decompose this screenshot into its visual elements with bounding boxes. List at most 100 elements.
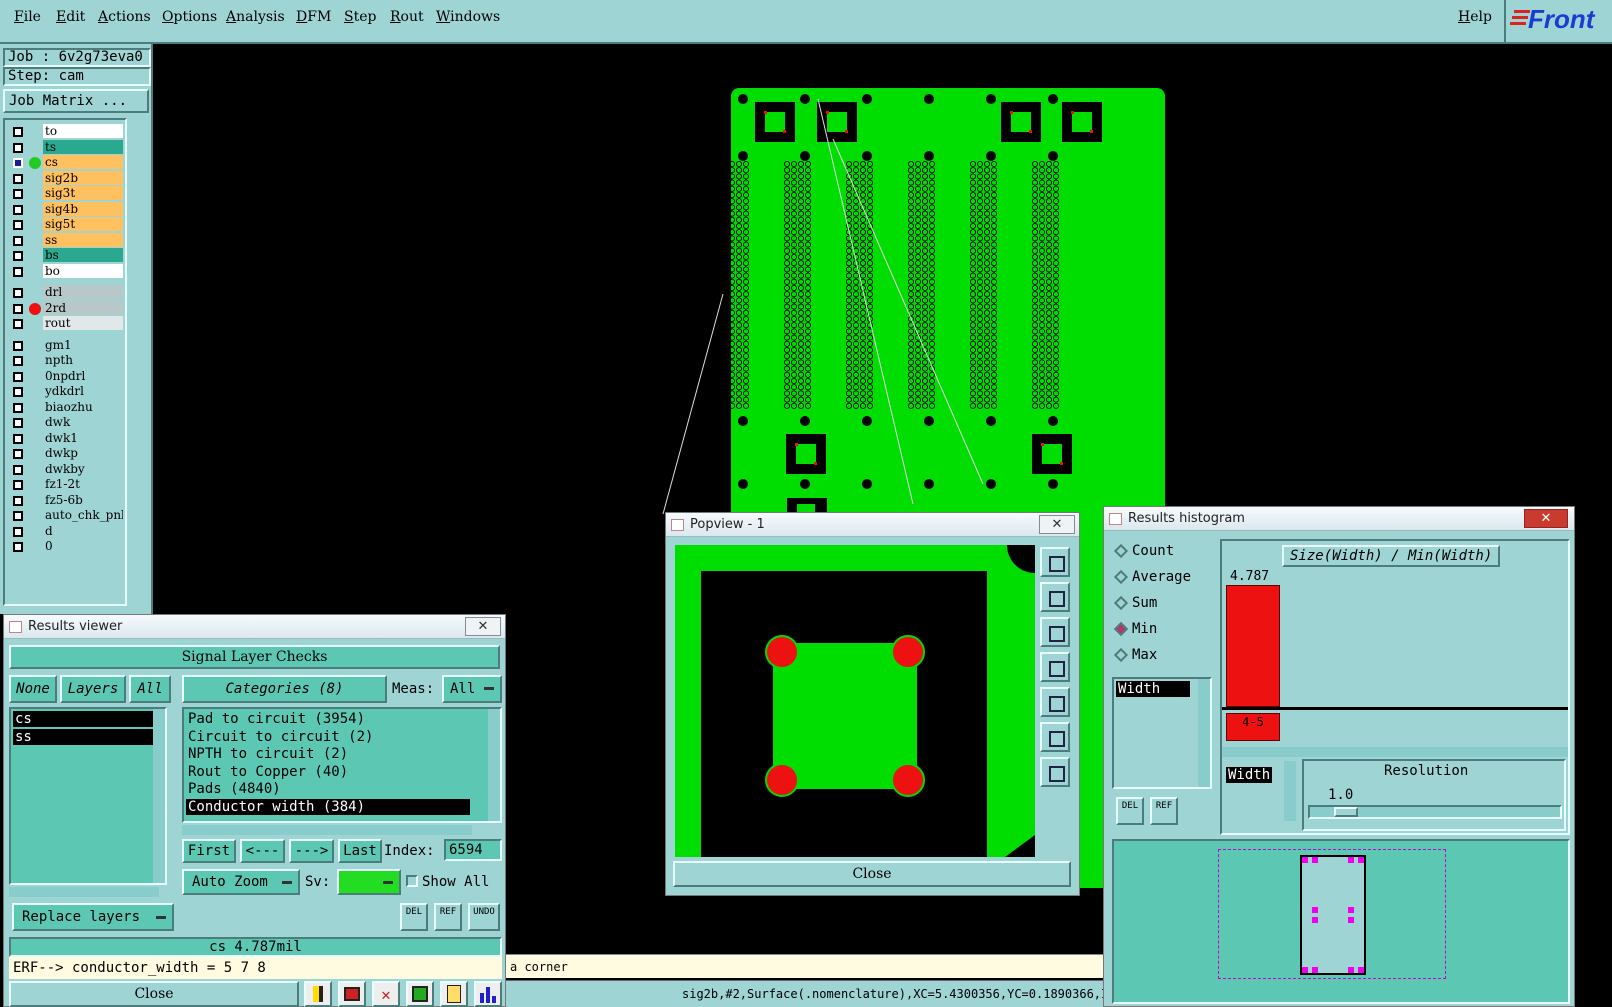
category-item[interactable]: Pads (4840)	[186, 781, 470, 797]
pan-up-icon[interactable]	[1040, 582, 1070, 612]
layer-row-cs[interactable]: cs	[9, 155, 125, 170]
pan-down-icon[interactable]	[1040, 617, 1070, 647]
layer-name[interactable]: dwk1	[43, 430, 123, 445]
layer-row-sig4b[interactable]: sig4b	[9, 201, 125, 217]
layer-row-fz5-6b[interactable]: fz5-6b	[9, 492, 125, 508]
layer-checkbox[interactable]	[13, 127, 23, 137]
layer-name[interactable]: auto_chk_pnl	[43, 508, 123, 522]
layer-checkbox[interactable]	[13, 340, 23, 351]
h-scrollbar[interactable]	[1222, 747, 1568, 757]
layer-checkbox[interactable]	[13, 542, 23, 552]
layer-row-dwkp[interactable]: dwkp	[9, 446, 125, 461]
layer-name[interactable]: ts	[43, 139, 123, 154]
layer-checkbox[interactable]	[13, 220, 23, 230]
layer-checkbox[interactable]	[13, 371, 23, 382]
show-all-checkbox[interactable]	[406, 875, 418, 887]
pan-left-icon[interactable]	[1040, 652, 1070, 682]
menu-edit[interactable]: Edit	[56, 9, 85, 25]
zoom-home-icon[interactable]	[1040, 547, 1070, 577]
menu-analysis[interactable]: Analysis	[226, 9, 285, 25]
zoom-out-icon[interactable]	[1040, 757, 1070, 787]
layer-name[interactable]: dwkby	[43, 461, 123, 476]
layer-checkbox[interactable]	[13, 495, 23, 506]
layer-row-fz1-2t[interactable]: fz1-2t	[9, 477, 125, 492]
layer-checkbox[interactable]	[13, 464, 23, 475]
histogram-icon[interactable]	[474, 981, 502, 1007]
resolution-slider[interactable]	[1308, 805, 1562, 819]
layer-name[interactable]: drl	[43, 285, 123, 299]
layer-row-dwk[interactable]: dwk	[9, 415, 125, 430]
menu-options[interactable]: Options	[162, 9, 217, 25]
layer-name[interactable]: bo	[43, 263, 123, 278]
layer-row-ss[interactable]: ss	[9, 232, 125, 248]
width-field[interactable]: Width	[1226, 767, 1272, 783]
histogram-bar[interactable]	[1226, 585, 1280, 707]
del-button[interactable]: DEL	[1116, 797, 1144, 825]
mode-radio-min[interactable]: Min	[1113, 619, 1157, 639]
results-viewer-titlebar[interactable]: Results viewer ✕	[4, 615, 505, 639]
layer-name[interactable]: 2rd	[43, 300, 123, 315]
layer-checkbox[interactable]	[13, 418, 23, 428]
menu-dfm[interactable]: DFM	[296, 9, 331, 25]
close-icon[interactable]: ✕	[1039, 515, 1075, 534]
popview-titlebar[interactable]: Popview - 1 ✕	[666, 513, 1079, 537]
layer-checkbox[interactable]	[13, 449, 23, 459]
next-button[interactable]: --->	[289, 839, 334, 863]
pan-right-icon[interactable]	[1040, 687, 1070, 717]
zoom-in-icon[interactable]	[1040, 722, 1070, 752]
layer-checkbox[interactable]	[13, 433, 23, 444]
layer-checkbox[interactable]	[13, 173, 23, 184]
layer-row-dwkby[interactable]: dwkby	[9, 461, 125, 477]
prev-button[interactable]: <---	[240, 839, 285, 863]
layer-checkbox[interactable]	[13, 158, 23, 168]
layer-row-sig2b[interactable]: sig2b	[9, 170, 125, 186]
layer-name[interactable]: gm1	[43, 337, 123, 352]
layer-row-biaozhu[interactable]: biaozhu	[9, 399, 125, 415]
layer-row-ts[interactable]: ts	[9, 139, 125, 155]
layer-name[interactable]: npth	[43, 353, 123, 367]
auto-zoom-select[interactable]: Auto Zoom	[182, 869, 300, 895]
layer-row-d[interactable]: d	[9, 523, 125, 539]
category-item[interactable]: NPTH to circuit (2)	[186, 746, 470, 762]
menu-rout[interactable]: Rout	[390, 9, 424, 25]
results-close-button[interactable]: Close	[9, 981, 299, 1007]
layer-name[interactable]: sig2b	[43, 170, 123, 185]
layer-checkbox[interactable]	[13, 266, 23, 277]
layer-checkbox[interactable]	[13, 204, 23, 215]
layer-row-bo[interactable]: bo	[9, 263, 125, 279]
mode-radio-count[interactable]: Count	[1113, 541, 1174, 561]
histogram-titlebar[interactable]: Results histogram ✕	[1104, 507, 1574, 531]
layer-checkbox[interactable]	[13, 288, 23, 298]
layer-name[interactable]: sig4b	[43, 201, 123, 216]
layer-checkbox[interactable]	[13, 303, 23, 314]
index-input[interactable]: 6594	[444, 839, 502, 861]
category-item[interactable]: Rout to Copper (40)	[186, 764, 470, 780]
scrollbar[interactable]	[488, 709, 500, 821]
menu-actions[interactable]: Actions	[98, 9, 151, 25]
replace-layers-select[interactable]: Replace layers	[12, 903, 174, 931]
layer-name[interactable]: ss	[43, 232, 123, 247]
notes-icon[interactable]	[440, 981, 468, 1007]
layer-name[interactable]: fz1-2t	[43, 477, 123, 491]
last-button[interactable]: Last	[338, 839, 382, 863]
popview-canvas[interactable]	[675, 545, 1035, 857]
category-item[interactable]: Conductor width (384)	[186, 798, 470, 815]
category-item[interactable]: Pad to circuit (3954)	[186, 711, 470, 727]
layer-name[interactable]: cs	[43, 155, 123, 169]
layer-row-sig3t[interactable]: sig3t	[9, 186, 125, 201]
all-button[interactable]: All	[129, 675, 171, 703]
slider-handle[interactable]	[1334, 807, 1358, 817]
layer-name[interactable]: dwkp	[43, 446, 123, 460]
layer-checkbox[interactable]	[13, 319, 23, 329]
layer-checkbox[interactable]	[13, 526, 23, 537]
layer-name[interactable]: bs	[43, 248, 123, 262]
layer-checkbox[interactable]	[13, 189, 23, 199]
ref-button[interactable]: REF	[434, 903, 462, 931]
h-scrollbar[interactable]	[182, 825, 472, 835]
layer-checkbox[interactable]	[13, 480, 23, 490]
layer-row-0[interactable]: 0	[9, 539, 125, 554]
layer-checkbox[interactable]	[13, 142, 23, 153]
layer-row-rout[interactable]: rout	[9, 316, 125, 331]
scrollbar[interactable]	[1284, 761, 1296, 821]
layer-row-sig5t[interactable]: sig5t	[9, 217, 125, 232]
